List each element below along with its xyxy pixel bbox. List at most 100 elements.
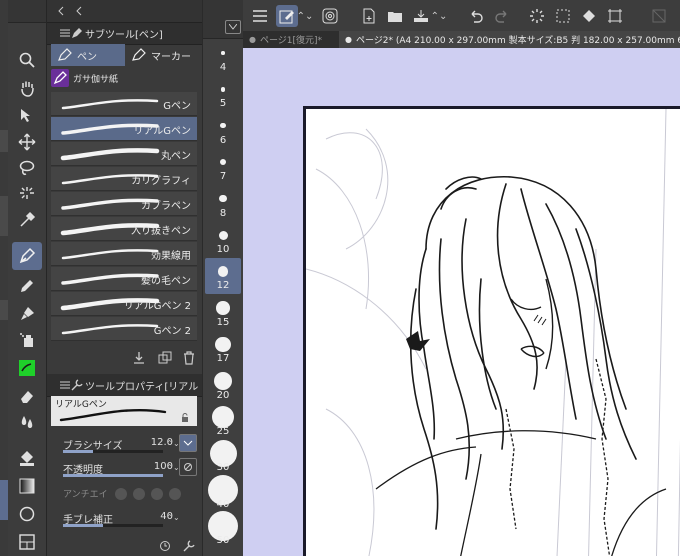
brush-size-preset[interactable]: 15 <box>205 295 241 331</box>
brush-name: 効果線用 <box>151 251 191 262</box>
fill-tool[interactable] <box>12 444 42 472</box>
size-dot <box>211 405 235 429</box>
figure-tool[interactable] <box>12 500 42 528</box>
brush-list-item[interactable]: リアルGペン <box>51 117 197 141</box>
airbrush-tool[interactable] <box>12 326 42 354</box>
no-pressure-icon[interactable] <box>179 458 197 476</box>
wrench-icon[interactable] <box>181 538 197 554</box>
brush-size-preset[interactable]: 4 <box>205 40 241 76</box>
brush-size-preset[interactable]: 12 <box>205 258 241 295</box>
main-menu-button[interactable] <box>249 5 271 27</box>
quick-access-button[interactable] <box>276 5 298 27</box>
save-stepper[interactable]: ⌃⌄ <box>431 5 448 27</box>
open-button[interactable] <box>384 5 406 27</box>
loading-button[interactable] <box>526 5 548 27</box>
brush-size-preset[interactable]: 5 <box>205 76 241 112</box>
new-file-button[interactable] <box>358 5 380 27</box>
antialias-row[interactable]: アンチエイ <box>51 484 197 504</box>
brush-list-item[interactable]: カブラペン <box>51 192 197 216</box>
trash-icon[interactable] <box>181 350 197 366</box>
object-tool[interactable] <box>12 102 42 130</box>
spiral-icon <box>322 8 338 24</box>
duplicate-icon[interactable] <box>157 350 173 366</box>
document-tab-active[interactable]: ● ページ2* (A4 210.00 x 297.00mm 製本サイズ:B5 判… <box>339 31 680 48</box>
stepper-icon[interactable]: ⌃⌄ <box>165 509 181 525</box>
brush-size-preset[interactable]: 8 <box>205 186 241 222</box>
brush-size-preset[interactable]: 20 <box>205 368 241 404</box>
antialias-option-mid[interactable] <box>151 488 163 500</box>
custom-set-tab[interactable]: ガサ伽サ紙 <box>51 68 197 88</box>
hand-tool[interactable] <box>12 74 42 102</box>
brush-size-preset[interactable]: 17 <box>205 331 241 367</box>
transform-button[interactable] <box>604 5 626 27</box>
pencil-tool[interactable] <box>12 272 42 300</box>
edge-segment <box>0 480 8 520</box>
disabled-button[interactable] <box>648 5 670 27</box>
crossed-square-icon <box>652 9 666 23</box>
size-number: 20 <box>216 389 230 401</box>
chevron-down-icon[interactable] <box>225 20 241 34</box>
document-tab[interactable]: ● ページ1[復元]* <box>243 31 341 48</box>
eyedropper-tool[interactable] <box>12 206 42 234</box>
gradient-tool[interactable] <box>12 472 42 500</box>
lasso-tool[interactable] <box>12 154 42 182</box>
canvas-page[interactable] <box>303 106 680 556</box>
brush-size-row[interactable]: ブラシサイズ 12.0 ⌃⌄ <box>51 434 197 454</box>
opacity-row[interactable]: 不透明度 100 ⌃⌄ <box>51 458 197 478</box>
brush-name: リアルGペン <box>133 126 191 137</box>
eraser-tool[interactable] <box>12 382 42 410</box>
brush-size-preset[interactable]: 40 <box>205 474 241 513</box>
eyedropper-icon <box>20 211 36 227</box>
group-tab-pen[interactable]: ペン <box>51 44 125 66</box>
brush-list-item[interactable]: カリグラフィ <box>51 167 197 191</box>
antialias-option-none[interactable] <box>115 488 127 500</box>
frame-tool[interactable] <box>12 528 42 556</box>
undo-button[interactable] <box>465 5 487 27</box>
collapse-left-icon[interactable] <box>53 3 69 19</box>
move-tool[interactable] <box>12 128 42 156</box>
brush-list-item[interactable]: 髪の毛ペン <box>51 267 197 291</box>
group-tab-marker[interactable]: マーカー <box>127 44 199 66</box>
auto-select-tool[interactable] <box>12 180 42 208</box>
fill-button[interactable] <box>578 5 600 27</box>
brush-list-item[interactable]: Gペン 2 <box>51 317 197 341</box>
reset-icon[interactable] <box>157 538 173 554</box>
brush-list-item[interactable]: 効果線用 <box>51 242 197 266</box>
decoration-tool[interactable] <box>12 354 42 382</box>
blend-tool[interactable] <box>12 408 42 436</box>
tool-property-header: ツールプロパティ[リアル <box>47 374 202 397</box>
spiral-button[interactable] <box>319 5 341 27</box>
antialias-option-strong[interactable] <box>169 488 181 500</box>
brush-tool[interactable] <box>12 300 42 328</box>
import-icon[interactable] <box>131 350 147 366</box>
stabilization-row[interactable]: 手ブレ補正 40 ⌃⌄ <box>51 508 197 528</box>
brush-list-item[interactable]: リアルGペン 2 <box>51 292 197 316</box>
stabilization-slider[interactable] <box>63 524 163 527</box>
brush-size-preset[interactable]: 10 <box>205 222 241 258</box>
brush-size-preset[interactable]: 25 <box>205 404 241 440</box>
brush-size-preset[interactable]: 50 <box>205 511 241 549</box>
canvas-area[interactable] <box>243 48 680 556</box>
size-dot <box>216 301 230 315</box>
expand-stepper[interactable]: ⌃⌄ <box>297 5 314 27</box>
brush-list-item[interactable]: 入り抜きペン <box>51 217 197 241</box>
brush-list-item[interactable]: Gペン <box>51 92 197 116</box>
zoom-tool[interactable] <box>12 46 42 74</box>
selection-button[interactable] <box>552 5 574 27</box>
brush-list-item[interactable]: 丸ペン <box>51 142 197 166</box>
brush-size-preset[interactable]: 7 <box>205 149 241 185</box>
redo-button[interactable] <box>491 5 513 27</box>
brush-size-fill <box>63 450 93 453</box>
brush-size-preset[interactable]: 6 <box>205 113 241 149</box>
brush-size-preset[interactable]: 30 <box>205 439 241 476</box>
size-number: 10 <box>216 244 230 255</box>
pen-tool[interactable] <box>12 242 42 270</box>
pressure-toggle-icon[interactable] <box>179 434 197 452</box>
opacity-slider[interactable] <box>63 474 163 477</box>
collapse-left-icon[interactable] <box>71 3 87 19</box>
save-button[interactable] <box>410 5 432 27</box>
brush-size-slider[interactable] <box>63 450 163 453</box>
tool-property-title: ツールプロパティ[リアル <box>85 381 199 393</box>
antialias-option-weak[interactable] <box>133 488 145 500</box>
lock-icon[interactable] <box>177 410 193 426</box>
